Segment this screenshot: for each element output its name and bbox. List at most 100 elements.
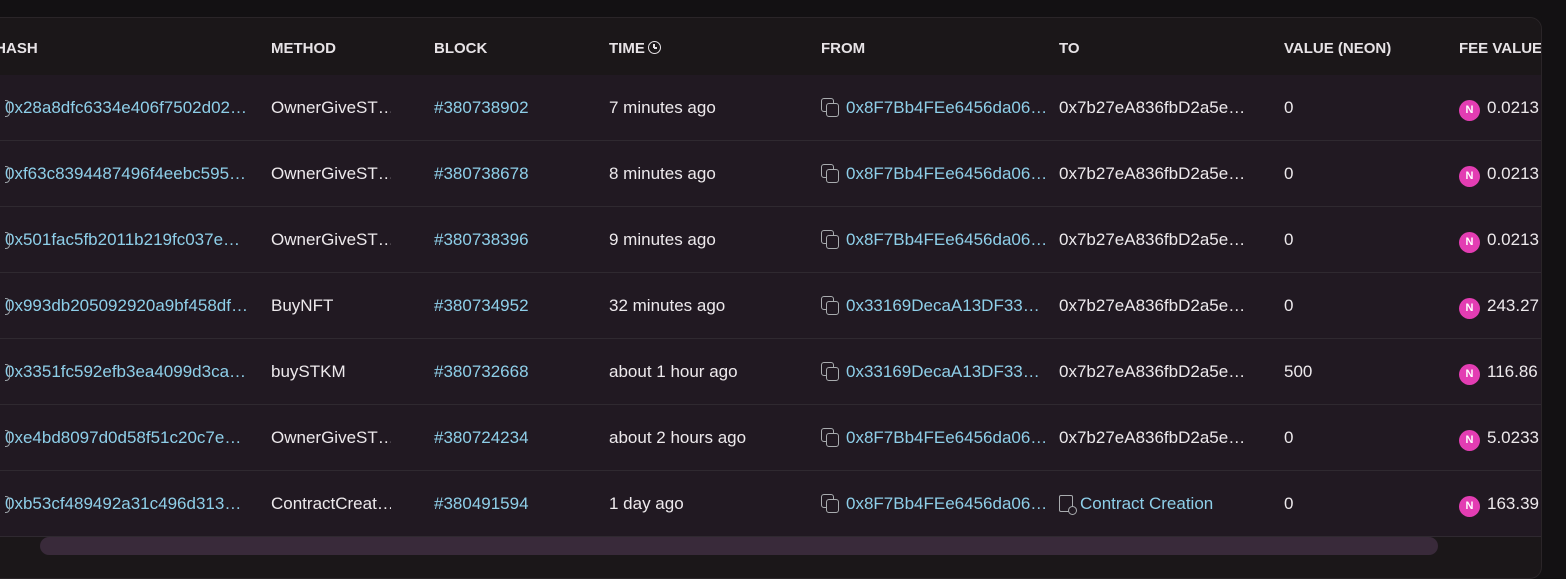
tx-hash-link[interactable]: 0x3351fc592efb3ea4099d3ca… (5, 362, 246, 381)
fee-value: 116.86 (1487, 362, 1538, 381)
from-address-link[interactable]: 0x8F7Bb4FEe6456da06… (846, 494, 1046, 513)
copy-icon[interactable] (821, 164, 839, 183)
fee-value-cell: N 243.27 (1459, 273, 1541, 338)
fee-value-cell: N 116.86 (1459, 339, 1541, 404)
tx-hash-link[interactable]: 0xe4bd8097d0d58f51c20c7e… (5, 428, 241, 447)
timestamp: 1 day ago (609, 494, 684, 513)
transaction-icon (5, 430, 10, 447)
tx-hash-link[interactable]: 0x993db205092920a9bf458df… (5, 296, 248, 315)
neon-token-icon: N (1459, 364, 1480, 385)
tx-hash-link[interactable]: 0x28a8dfc6334e406f7502d02… (5, 98, 247, 117)
block-cell: #380738902 (434, 75, 574, 140)
block-cell: #380724234 (434, 405, 574, 470)
copy-icon[interactable] (821, 362, 839, 381)
value-neon: 0 (1284, 296, 1294, 315)
method-name: BuyNFT (271, 296, 334, 315)
to-address-cell: 0x7b27eA836fbD2a5e… (1059, 141, 1259, 206)
from-address-link[interactable]: 0x8F7Bb4FEe6456da06… (846, 98, 1046, 117)
value-neon: 0 (1284, 494, 1294, 513)
block-link[interactable]: #380732668 (434, 362, 529, 381)
copy-icon[interactable] (821, 230, 839, 249)
timestamp: 7 minutes ago (609, 98, 716, 117)
tx-hash-link[interactable]: 0x501fac5fb2011b219fc037e… (5, 230, 240, 249)
from-address-cell: 0x8F7Bb4FEe6456da06… (821, 75, 1046, 140)
block-cell: #380491594 (434, 471, 574, 536)
from-address-link[interactable]: 0x8F7Bb4FEe6456da06… (846, 428, 1046, 447)
fee-value-cell: N 0.0213 (1459, 141, 1541, 206)
to-address: 0x7b27eA836fbD2a5e… (1059, 428, 1246, 447)
block-link[interactable]: #380724234 (434, 428, 529, 447)
to-address: 0x7b27eA836fbD2a5e… (1059, 164, 1246, 183)
to-address-cell: Contract Creation (1059, 471, 1259, 536)
method-name: OwnerGiveST… (271, 98, 391, 117)
column-header-tx-hash: X HASH (0, 40, 38, 57)
value-neon: 0 (1284, 428, 1294, 447)
timestamp: 8 minutes ago (609, 164, 716, 183)
table-header: X HASH METHOD BLOCK TIME FROM TO VALUE (… (0, 18, 1541, 75)
fee-value: 243.27 (1487, 296, 1539, 315)
block-link[interactable]: #380491594 (434, 494, 529, 513)
value-neon: 0 (1284, 98, 1294, 117)
to-address-cell: 0x7b27eA836fbD2a5e… (1059, 207, 1259, 272)
block-link[interactable]: #380734952 (434, 296, 529, 315)
contract-document-icon (1059, 495, 1077, 515)
table-row: 0xf63c8394487496f4eebc595… OwnerGiveST… … (0, 141, 1541, 207)
copy-icon[interactable] (821, 428, 839, 447)
from-address-link[interactable]: 0x33169DecaA13DF33… (846, 296, 1040, 315)
tx-hash-cell: 0xf63c8394487496f4eebc595… (5, 141, 255, 206)
table-row: 0x501fac5fb2011b219fc037e… OwnerGiveST… … (0, 207, 1541, 273)
fee-value: 0.0213 (1487, 164, 1539, 183)
tx-hash-cell: 0xe4bd8097d0d58f51c20c7e… (5, 405, 255, 470)
timestamp: about 2 hours ago (609, 428, 747, 447)
neon-token-icon: N (1459, 496, 1480, 517)
transaction-icon (5, 232, 10, 249)
timestamp: 9 minutes ago (609, 230, 716, 249)
block-link[interactable]: #380738678 (434, 164, 529, 183)
tx-hash-cell: 0xb53cf489492a31c496d313… (5, 471, 255, 536)
column-header-method: METHOD (271, 40, 336, 57)
from-address-cell: 0x8F7Bb4FEe6456da06… (821, 405, 1046, 470)
method-name: ContractCreat… (271, 494, 391, 513)
table-row: 0x3351fc592efb3ea4099d3ca… buySTKM #3807… (0, 339, 1541, 405)
value-neon: 0 (1284, 230, 1294, 249)
column-header-fee-value: FEE VALUE (1459, 40, 1542, 57)
neon-token-icon: N (1459, 232, 1480, 253)
block-link[interactable]: #380738396 (434, 230, 529, 249)
horizontal-scrollbar[interactable] (40, 537, 1438, 555)
table-row: 0x993db205092920a9bf458df… BuyNFT #38073… (0, 273, 1541, 339)
from-address-cell: 0x33169DecaA13DF33… (821, 273, 1046, 338)
transaction-icon (5, 298, 10, 315)
neon-token-icon: N (1459, 100, 1480, 121)
column-header-value: VALUE (NEON) (1284, 40, 1392, 57)
table-row: 0x28a8dfc6334e406f7502d02… OwnerGiveST… … (0, 75, 1541, 141)
from-address-link[interactable]: 0x8F7Bb4FEe6456da06… (846, 164, 1046, 183)
tx-hash-cell: 0x993db205092920a9bf458df… (5, 273, 255, 338)
to-address: 0x7b27eA836fbD2a5e… (1059, 230, 1246, 249)
clock-icon[interactable] (647, 41, 661, 54)
timestamp: about 1 hour ago (609, 362, 738, 381)
tx-hash-cell: 0x3351fc592efb3ea4099d3ca… (5, 339, 255, 404)
from-address-link[interactable]: 0x8F7Bb4FEe6456da06… (846, 230, 1046, 249)
copy-icon[interactable] (821, 296, 839, 315)
column-header-block: BLOCK (434, 40, 488, 57)
to-address: 0x7b27eA836fbD2a5e… (1059, 362, 1246, 381)
neon-token-icon: N (1459, 430, 1480, 451)
fee-value-cell: N 163.39 (1459, 471, 1541, 536)
tx-hash-link[interactable]: 0xf63c8394487496f4eebc595… (5, 164, 246, 183)
to-address: 0x7b27eA836fbD2a5e… (1059, 98, 1246, 117)
tx-hash-cell: 0x501fac5fb2011b219fc037e… (5, 207, 255, 272)
transaction-icon (5, 100, 10, 117)
tx-hash-link[interactable]: 0xb53cf489492a31c496d313… (5, 494, 241, 513)
contract-creation-link[interactable]: Contract Creation (1080, 494, 1213, 513)
from-address-link[interactable]: 0x33169DecaA13DF33… (846, 362, 1040, 381)
copy-icon[interactable] (821, 98, 839, 117)
block-link[interactable]: #380738902 (434, 98, 529, 117)
fee-value-cell: N 5.0233 (1459, 405, 1541, 470)
column-header-time[interactable]: TIME (609, 40, 661, 57)
method-name: OwnerGiveST… (271, 428, 391, 447)
copy-icon[interactable] (821, 494, 839, 513)
value-neon: 500 (1284, 362, 1313, 381)
transaction-icon (5, 496, 10, 513)
method-name: OwnerGiveST… (271, 230, 391, 249)
block-cell: #380734952 (434, 273, 574, 338)
